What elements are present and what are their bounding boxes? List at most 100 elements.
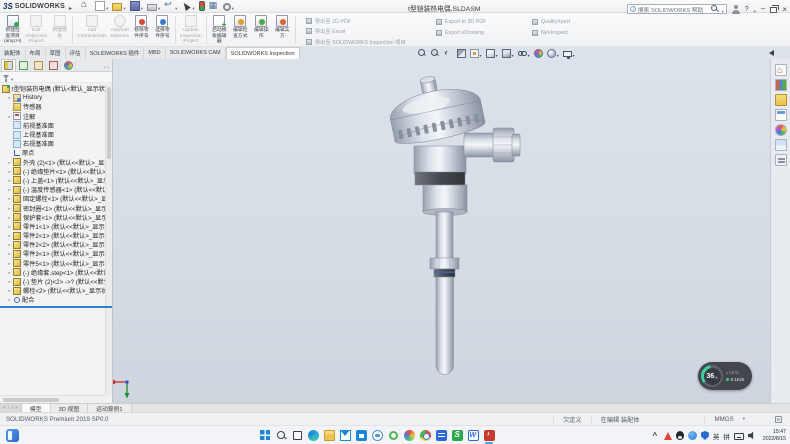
design-library-icon[interactable] — [775, 79, 787, 91]
doc-tab-motion[interactable]: 运动算例1 — [88, 404, 131, 412]
volume-icon[interactable] — [748, 431, 757, 440]
unit-caret-icon[interactable] — [743, 416, 745, 422]
tree-item[interactable]: 密封圈<1> (默认<<默认>_显示状 — [0, 203, 105, 212]
tree-item[interactable]: (-) 上盖<1> (默认<<默认>_显示状 — [0, 176, 105, 185]
doc-nav-arrow-icon[interactable]: ‹ — [8, 405, 10, 411]
hscroll-thumb[interactable] — [3, 398, 59, 402]
solidworks-resources-icon[interactable] — [775, 64, 787, 76]
select-balloon-numbers-button[interactable]: 选择零件序号 — [152, 14, 173, 46]
touch-keyboard-icon[interactable] — [734, 433, 744, 440]
file-explorer-icon[interactable] — [775, 94, 787, 106]
tab-mbd[interactable]: MBD — [144, 47, 165, 59]
help-caret-icon[interactable] — [754, 1, 756, 17]
custom-properties-tag-icon[interactable] — [775, 416, 782, 423]
select-icon[interactable] — [180, 0, 195, 14]
tree-vertical-scrollbar[interactable] — [105, 84, 112, 395]
ime-indicator[interactable]: 拼 — [723, 431, 730, 441]
tab-cam[interactable]: SOLIDWORKS CAM — [166, 47, 226, 59]
search-input[interactable]: 搜索 SOLIDWORKS 帮助 — [627, 4, 727, 14]
qualityxpert[interactable]: QualityXpert — [532, 17, 602, 26]
update-inspection-project-button[interactable]: UpdateInspectionProject — [178, 14, 204, 46]
new-inspection-project-button[interactable]: 新建检查项目(amp;H) — [2, 14, 23, 46]
edit-method-button[interactable]: 编辑实方 — [272, 14, 293, 46]
expand-arrow-icon[interactable] — [6, 214, 13, 221]
tree-item[interactable]: 零件5<1> (默认<<默认>_显示状 — [0, 259, 105, 268]
dimxpertmanager-tab[interactable] — [46, 59, 61, 71]
expand-arrow-icon[interactable] — [6, 296, 13, 303]
export-excel[interactable]: 导出至 Excel — [306, 27, 426, 35]
mail-icon[interactable] — [338, 428, 352, 442]
tray-expand-icon[interactable] — [651, 431, 660, 440]
search-button[interactable] — [274, 428, 288, 442]
tree-horizontal-scrollbar[interactable] — [0, 395, 105, 403]
rebuild-icon[interactable] — [198, 1, 206, 11]
configurationmanager-tab[interactable] — [31, 59, 46, 71]
login-icon[interactable] — [732, 5, 740, 14]
tab-addins[interactable]: SOLIDWORKS 插件 — [86, 47, 145, 59]
add-edit-balloons-button[interactable]: Add/EditBalloons — [109, 14, 131, 46]
restore-button[interactable] — [770, 7, 777, 13]
solidworks-forum-icon[interactable] — [775, 154, 787, 166]
edit-inspection-project-button[interactable]: EditInspectionProject — [23, 14, 49, 46]
taskpane-collapse-icon[interactable] — [769, 50, 774, 56]
displaymanager-tab[interactable] — [61, 59, 76, 71]
expand-arrow-icon[interactable] — [6, 168, 13, 175]
tree-filter[interactable] — [0, 72, 112, 83]
language-indicator[interactable]: 英 — [713, 431, 720, 441]
tree-item[interactable]: (-) 绝缘套.step<1> (默认<<默认> — [0, 268, 105, 277]
expand-arrow-icon[interactable] — [6, 223, 13, 230]
launch-template-editor-button[interactable]: 启动模板编辑器 — [209, 14, 230, 46]
chrome-icon[interactable] — [418, 428, 432, 442]
tab-evaluate[interactable]: 评估 — [66, 47, 86, 59]
expand-arrow-icon[interactable] — [6, 241, 13, 248]
options-grid-icon[interactable] — [208, 1, 220, 11]
zoom-area-icon[interactable] — [431, 49, 440, 58]
net-inspect[interactable]: Net-Inspect — [532, 28, 602, 37]
open-file-caret-icon[interactable] — [123, 0, 125, 14]
expand-arrow-icon[interactable] — [6, 186, 13, 193]
new-template-button[interactable]: 新建模板 — [49, 14, 70, 46]
graphics-viewport[interactable]: 36 % 0K/S 0.1K/S — [113, 59, 770, 403]
taskbar-clock[interactable]: 15:47 2022/8/15 — [763, 429, 786, 441]
tab-inspection[interactable]: SOLIDWORKS Inspection — [226, 47, 300, 59]
print-caret-icon[interactable] — [158, 0, 160, 14]
tree-item[interactable]: 传感器 — [0, 102, 105, 111]
doc-tab-model[interactable]: 模型 — [22, 404, 51, 412]
thermocouple-model[interactable] — [113, 59, 770, 403]
doc-nav-arrow-icon[interactable]: › — [11, 405, 13, 411]
tree-item[interactable]: 零件1<1> (默认<<默认>_显示状态 — [0, 222, 105, 231]
undo-icon[interactable] — [163, 0, 178, 14]
expand-arrow-icon[interactable] — [6, 205, 13, 212]
tree-item[interactable]: 零件2<2> (默认<<默认>_显示状 — [0, 240, 105, 249]
tree-item[interactable]: History — [0, 93, 105, 102]
menu-flyout-icon[interactable] — [69, 0, 72, 15]
edit-inspection-method-button[interactable]: 编辑检查方式 — [230, 14, 251, 46]
tim-icon[interactable] — [688, 431, 697, 440]
expand-arrow-icon[interactable] — [6, 159, 13, 166]
tab-layout[interactable]: 布局 — [26, 47, 46, 59]
tab-assembly[interactable]: 装配体 — [0, 47, 26, 59]
appearances-scenes-icon[interactable] — [775, 124, 787, 136]
expand-arrow-icon[interactable] — [6, 278, 13, 285]
expand-arrow-icon[interactable] — [6, 250, 13, 257]
wps-icon[interactable] — [466, 428, 480, 442]
view-palette-icon[interactable] — [775, 109, 787, 121]
save-caret-icon[interactable] — [141, 0, 143, 14]
undo-caret-icon[interactable] — [175, 0, 177, 14]
new-document-icon[interactable] — [94, 0, 109, 14]
expand-arrow-icon[interactable] — [6, 260, 13, 267]
store-icon[interactable] — [354, 428, 368, 442]
tree-item[interactable]: (-) 绝缘垫片<1> (默认<<默认>_显 — [0, 167, 105, 176]
solidworks-app-icon[interactable] — [482, 428, 496, 442]
tree-item[interactable]: 保护套<1> (默认<<默认>_显示状 — [0, 213, 105, 222]
section-view-icon[interactable] — [457, 49, 466, 58]
task-view-button[interactable] — [290, 428, 304, 442]
edit-operation-button[interactable]: 编辑操作 — [251, 14, 272, 46]
custom-properties-icon[interactable] — [775, 139, 787, 151]
widgets-icon[interactable] — [6, 429, 19, 442]
taskbar-file-explorer-icon[interactable] — [322, 428, 336, 442]
tab-sketch[interactable]: 草图 — [46, 47, 66, 59]
tree-item[interactable]: 配合 — [0, 295, 105, 304]
export-3d-pdf[interactable]: Export to 3D PDF — [436, 17, 522, 26]
tree-item[interactable]: (-) 垫片 (2)<2> ->? (默认<<默认> — [0, 277, 105, 286]
